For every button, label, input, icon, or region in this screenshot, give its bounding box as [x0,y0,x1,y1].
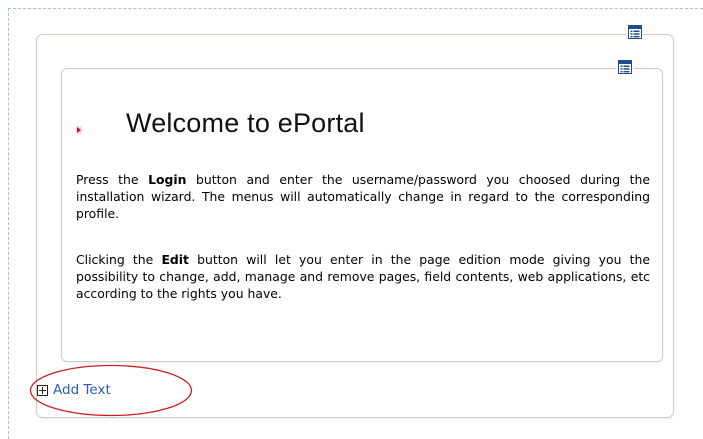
paragraph-text: Press the [76,172,149,187]
edit-keyword: Edit [161,252,189,267]
bullet-arrow-icon [76,119,82,134]
login-instructions-paragraph: Press the Login button and enter the use… [76,171,650,222]
edit-instructions-paragraph: Clicking the Edit button will let you en… [76,251,650,302]
paragraph-text: Clicking the [76,252,162,267]
login-keyword: Login [148,172,187,187]
editable-region-left-border [8,8,9,439]
inner-properties-icon[interactable] [616,59,634,75]
annotation-ellipse [29,364,193,417]
editable-region-top-border [8,8,703,9]
portlet-title: Welcome to ePortal [126,108,365,138]
outer-properties-icon[interactable] [626,24,644,40]
